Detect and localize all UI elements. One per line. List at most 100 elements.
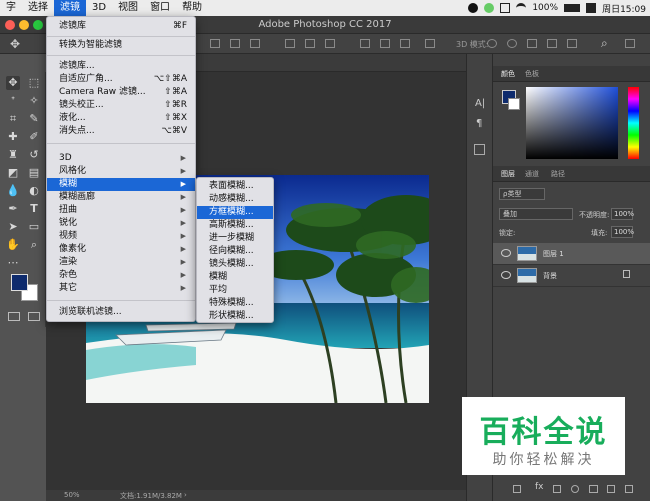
blur-shape[interactable]: 形状模糊...	[197, 310, 273, 323]
type-tool[interactable]: T	[27, 202, 41, 216]
align-middle-icon[interactable]	[305, 39, 315, 48]
distribute-bottom-icon[interactable]	[400, 39, 410, 48]
blur-motion[interactable]: 动感模糊...	[197, 193, 273, 206]
airplay-icon[interactable]	[500, 3, 511, 13]
3d-roll-icon[interactable]	[507, 39, 517, 48]
hand-tool[interactable]: ✋	[6, 238, 20, 252]
blur-lens[interactable]: 镜头模糊...	[197, 258, 273, 271]
lasso-tool[interactable]: ᐩ	[6, 94, 20, 108]
menu-sub-3d[interactable]: 3D ▶	[47, 152, 195, 165]
add-mask-icon[interactable]	[553, 485, 561, 493]
battery-icon[interactable]	[564, 4, 581, 12]
tab-channels[interactable]: 通道	[525, 169, 539, 179]
tab-color[interactable]: 颜色	[501, 69, 515, 79]
zoom-tool[interactable]: ⌕	[27, 238, 41, 252]
layer-name[interactable]: 图层 1	[543, 249, 564, 259]
blur-simple[interactable]: 模糊	[197, 271, 273, 284]
menu-item-window[interactable]: 窗口	[144, 0, 176, 16]
blur-average[interactable]: 平均	[197, 284, 273, 297]
blur-more[interactable]: 进一步模糊	[197, 232, 273, 245]
menu-filter-gallery-repeat[interactable]: 滤镜库 ⌘F	[47, 20, 195, 33]
3d-scale-icon[interactable]	[567, 39, 577, 48]
blur-tool[interactable]: 💧	[6, 184, 20, 198]
menu-item-select[interactable]: 选择	[22, 0, 54, 16]
tab-paths[interactable]: 路径	[551, 169, 565, 179]
menu-browse-online-filters[interactable]: 浏览联机滤镜...	[47, 306, 195, 319]
paragraph-panel-icon[interactable]: ¶	[476, 118, 482, 129]
menu-sub-render[interactable]: 渲染 ▶	[47, 256, 195, 269]
menu-item-help[interactable]: 帮助	[176, 0, 208, 16]
link-layers-icon[interactable]	[513, 485, 521, 493]
history-brush-tool[interactable]: ↺	[27, 148, 41, 162]
blur-smart[interactable]: 特殊模糊...	[197, 297, 273, 310]
wifi-icon[interactable]	[516, 3, 527, 13]
menu-liquify[interactable]: 液化... ⇧⌘X	[47, 112, 195, 125]
menu-lens-correction[interactable]: 镜头校正... ⇧⌘R	[47, 99, 195, 112]
opacity-value[interactable]: 100%	[611, 208, 634, 220]
qq-icon[interactable]	[468, 3, 479, 13]
blur-surface[interactable]: 表面模糊...	[197, 180, 273, 193]
doc-size[interactable]: 文档:1.91M/3.82M	[120, 491, 182, 501]
quick-mask-icon[interactable]	[8, 312, 20, 321]
healing-brush-tool[interactable]: ✚	[6, 130, 20, 144]
shape-tool[interactable]: ▭	[27, 220, 41, 234]
stamp-tool[interactable]: ♜	[6, 148, 20, 162]
align-right-icon[interactable]	[250, 39, 260, 48]
menu-sub-distort[interactable]: 扭曲 ▶	[47, 204, 195, 217]
clock-text[interactable]: 周日15:09	[602, 2, 646, 15]
distribute-top-icon[interactable]	[360, 39, 370, 48]
3d-slide-icon[interactable]	[547, 39, 557, 48]
distribute-middle-icon[interactable]	[380, 39, 390, 48]
align-center-icon[interactable]	[230, 39, 240, 48]
color-bg-mini-swatch[interactable]	[508, 98, 520, 110]
menu-sub-blur[interactable]: 模糊 ▶	[47, 178, 195, 191]
foreground-color-swatch[interactable]	[11, 274, 28, 291]
blend-mode-select[interactable]: 叠加	[499, 208, 573, 220]
menu-item-3d[interactable]: 3D	[86, 0, 112, 16]
crop-tool[interactable]: ⌗	[6, 112, 20, 126]
menu-filter-gallery[interactable]: 滤镜库...	[47, 60, 195, 73]
adjustment-layer-icon[interactable]	[571, 485, 579, 493]
move-tool[interactable]: ✥	[6, 76, 20, 90]
blur-box[interactable]: 方框模糊...	[197, 206, 273, 219]
color-picker-field[interactable]	[526, 87, 618, 159]
new-layer-icon[interactable]	[607, 485, 615, 493]
pen-tool[interactable]: ✒	[6, 202, 20, 216]
menu-item-view[interactable]: 视图	[112, 0, 144, 16]
blur-radial[interactable]: 径向模糊...	[197, 245, 273, 258]
menu-sub-pixelate[interactable]: 像素化 ▶	[47, 243, 195, 256]
magic-wand-tool[interactable]: ✧	[27, 94, 41, 108]
brush-tool[interactable]: ✐	[27, 130, 41, 144]
character-panel-icon[interactable]: A|	[475, 98, 485, 109]
auto-align-icon[interactable]	[425, 39, 435, 48]
menu-convert-smart-filter[interactable]: 转换为智能滤镜	[47, 39, 195, 52]
marquee-tool[interactable]: ⬚	[27, 76, 41, 90]
menu-sub-other[interactable]: 其它 ▶	[47, 282, 195, 295]
path-select-tool[interactable]: ➤	[6, 220, 20, 234]
workspace-icon[interactable]	[625, 39, 635, 48]
eyedropper-tool[interactable]: ✎	[27, 112, 41, 126]
hue-slider[interactable]	[628, 87, 639, 159]
menu-sub-video[interactable]: 视频 ▶	[47, 230, 195, 243]
fill-value[interactable]: 100%	[611, 226, 634, 238]
visibility-eye-icon[interactable]	[501, 249, 511, 257]
menu-adaptive-wide-angle[interactable]: 自适应广角... ⌥⇧⌘A	[47, 73, 195, 86]
more-tools-icon[interactable]: ⋯	[6, 256, 20, 270]
layer-name[interactable]: 背景	[543, 271, 557, 281]
move-tool-icon[interactable]: ✥	[10, 37, 20, 51]
blur-gaussian[interactable]: 高斯模糊...	[197, 219, 273, 232]
new-group-icon[interactable]	[589, 485, 598, 493]
tab-layers[interactable]: 图层	[501, 169, 515, 179]
menu-sub-noise[interactable]: 杂色 ▶	[47, 269, 195, 282]
gradient-tool[interactable]: ▤	[27, 166, 41, 180]
zoom-level[interactable]: 50%	[64, 491, 80, 499]
status-arrow-icon[interactable]: ›	[184, 491, 187, 499]
screen-mode-icon[interactable]	[28, 312, 40, 321]
3d-orbit-icon[interactable]	[487, 39, 497, 48]
layer-kind-filter[interactable]: ρ类型	[499, 188, 545, 200]
input-method-icon[interactable]	[586, 3, 597, 13]
trash-icon[interactable]	[625, 485, 633, 493]
history-panel-icon[interactable]	[474, 144, 485, 155]
menu-item-filter[interactable]: 滤镜	[54, 0, 86, 16]
fx-icon[interactable]: fx	[535, 482, 544, 492]
